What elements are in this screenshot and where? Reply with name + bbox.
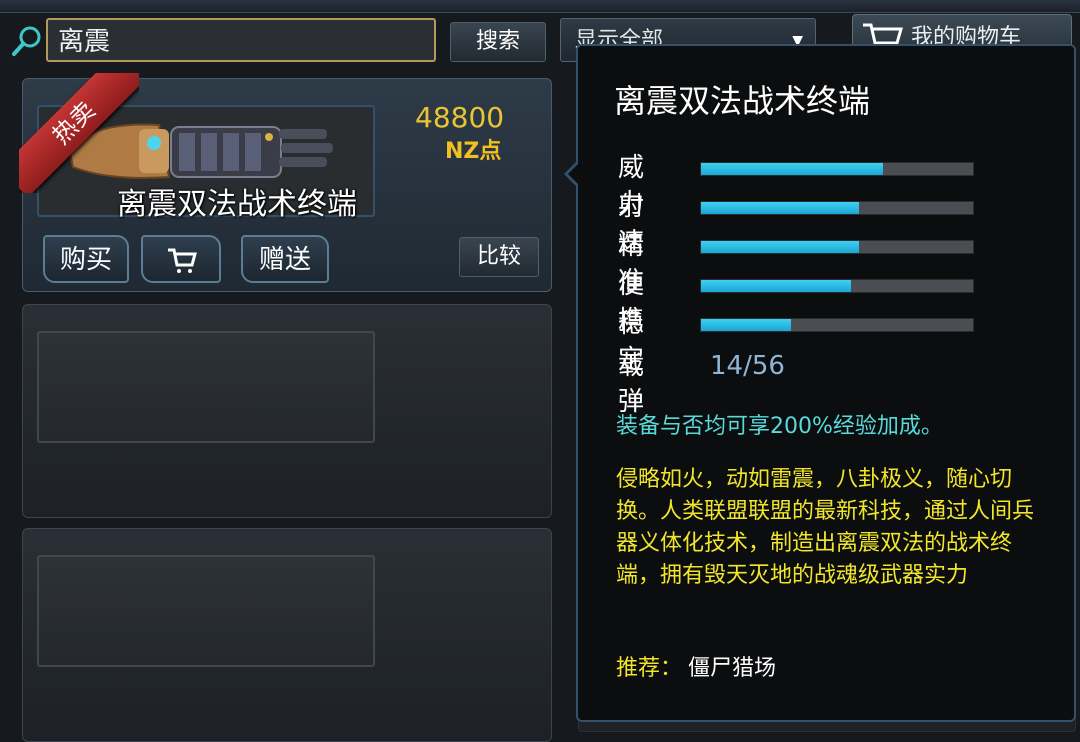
tooltip-pointer-inner: [568, 163, 579, 185]
tooltip-title: 离震双法战术终端: [614, 82, 871, 120]
stat-fill: [701, 202, 859, 214]
add-to-cart-button[interactable]: [141, 235, 221, 283]
compare-button[interactable]: 比较: [459, 237, 539, 277]
ammo-value: 14/56: [710, 351, 785, 381]
search-input[interactable]: 离震: [46, 18, 436, 62]
stat-fill: [701, 241, 859, 253]
buy-button[interactable]: 购买: [43, 235, 129, 283]
empty-item-card: [22, 528, 552, 742]
cart-icon: [168, 248, 197, 273]
stat-bar: [700, 240, 974, 254]
hot-sale-ribbon: 热卖: [19, 73, 139, 193]
stat-fill: [701, 319, 791, 331]
item-description: 侵略如火，动如雷震，八卦极义，随心切换。人类联盟联盟的最新科技，通过人间兵器义体…: [616, 467, 1035, 588]
recommend-label: 推荐：: [616, 656, 683, 681]
item-currency: NZ点: [445, 139, 502, 164]
empty-thumbnail: [37, 331, 375, 443]
stat-fill: [701, 280, 851, 292]
stat-fill: [701, 163, 884, 175]
exp-bonus-text: 装备与否均可享200%经验加成。: [616, 414, 943, 439]
search-icon: [12, 26, 41, 56]
recommend-mode: 僵尸猎场: [688, 656, 777, 681]
search-button[interactable]: 搜索: [450, 22, 546, 62]
item-name: 离震双法战术终端: [117, 187, 357, 222]
top-frame-strip: [0, 0, 1080, 13]
item-price: 48800: [415, 101, 505, 134]
empty-thumbnail: [37, 555, 375, 667]
hot-sale-badge: 热卖: [19, 73, 139, 193]
empty-item-card: [22, 304, 552, 518]
stat-bar: [700, 279, 974, 293]
stat-bar: [700, 318, 974, 332]
stat-bar: [700, 162, 974, 176]
gift-button[interactable]: 赠送: [241, 235, 329, 283]
item-tooltip: 离震双法战术终端 威力 射速 精准 便携 稳定 载弹 14/56 装备与否均可享…: [576, 44, 1076, 722]
stat-bar: [700, 201, 974, 215]
recommend-line: 推荐： 僵尸猎场: [616, 650, 776, 682]
item-card[interactable]: 离震双法战术终端 热卖 48800 NZ点 购买 赠送 比较: [19, 73, 552, 292]
